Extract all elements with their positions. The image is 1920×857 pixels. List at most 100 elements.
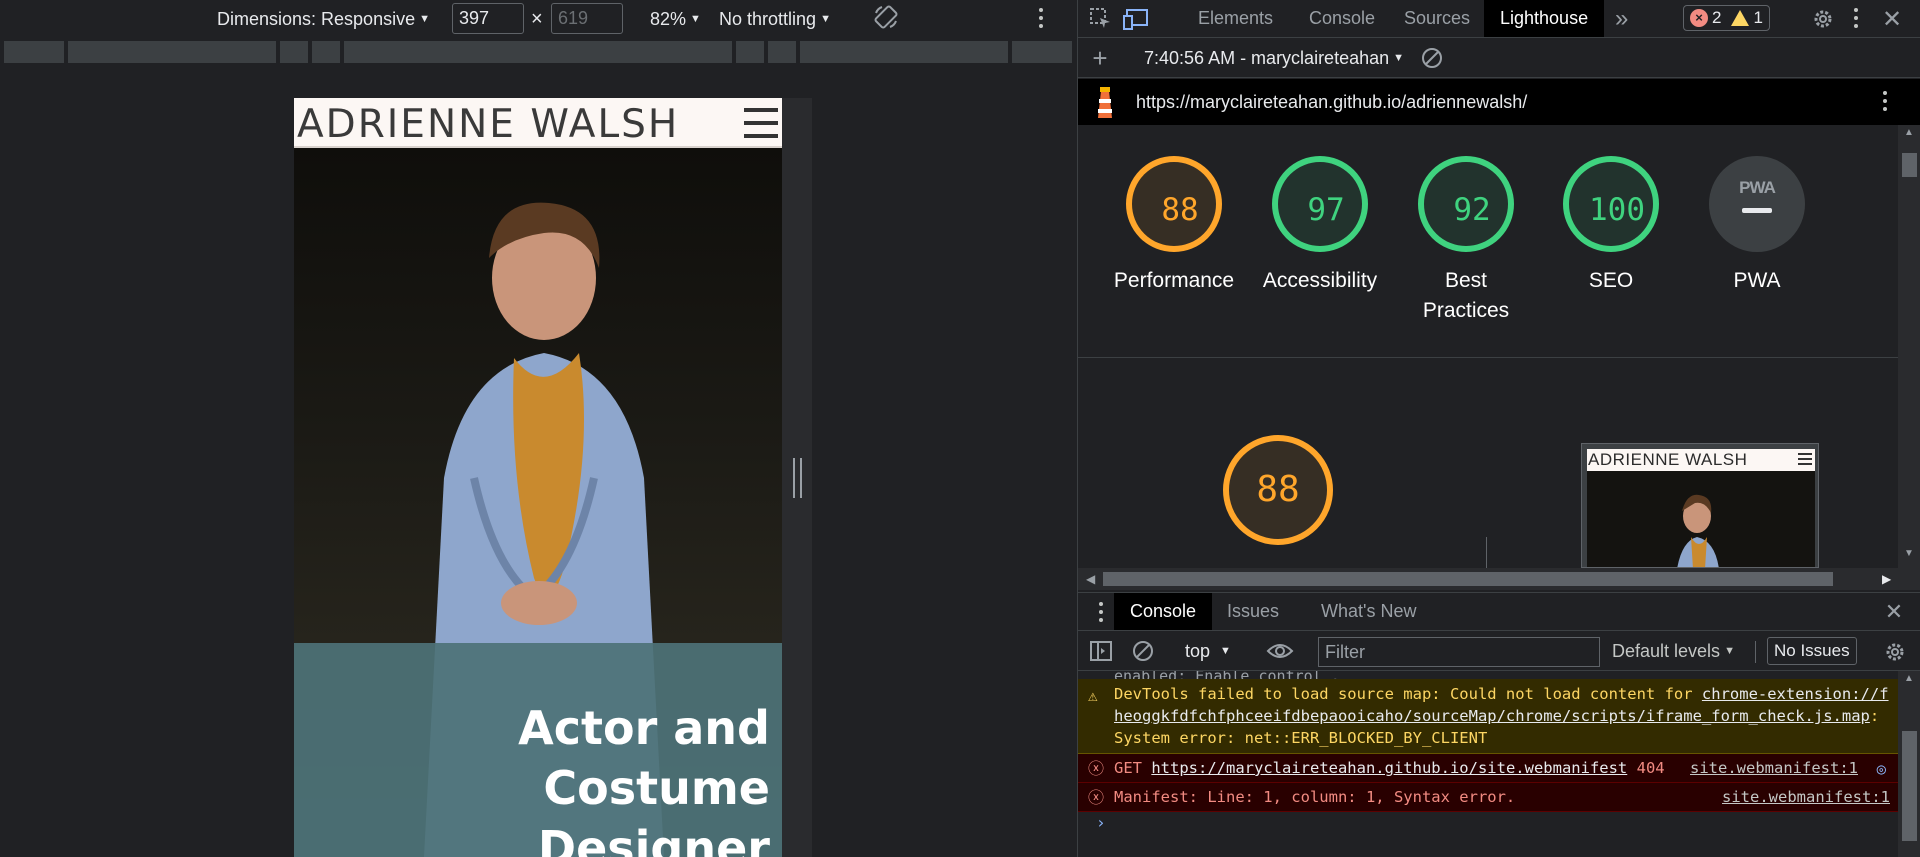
console-prompt-icon[interactable]: ›	[1078, 812, 1898, 834]
new-report-plus-icon[interactable]: +	[1086, 43, 1114, 73]
device-emulation-pane: Dimensions: Responsive ▼ 397 × 619 82% ▼ N…	[0, 0, 1077, 857]
score-label: SEO	[1588, 269, 1634, 292]
hero-heading-line2: Designer	[537, 821, 770, 857]
caret-down-icon: ▼	[1393, 52, 1405, 64]
console-vertical-scrollbar[interactable]: ▲	[1898, 671, 1920, 857]
error-circle-icon: ⓧ	[1088, 788, 1105, 807]
site-title[interactable]: ADRIENNE WALSH	[297, 102, 679, 147]
sidebar-toggle-icon[interactable]	[1088, 638, 1114, 664]
thumbnail-title: ADRIENNE WALSH	[1588, 450, 1748, 469]
final-screenshot-thumbnail[interactable]: ADRIENNE WALSH	[1581, 443, 1819, 568]
error-url-link[interactable]: https://maryclaireteahan.github.io/site.…	[1151, 759, 1627, 777]
height-input[interactable]: 619	[551, 3, 623, 34]
report-divider	[1078, 357, 1898, 358]
device-toolbar: Dimensions: Responsive ▼ 397 × 619 82% ▼ N…	[0, 0, 1077, 38]
report-menu-icon[interactable]	[1883, 91, 1887, 115]
pwa-badge-text: PWA	[1739, 178, 1776, 197]
warning-count: 1	[1753, 8, 1763, 27]
context-value: top	[1185, 640, 1211, 661]
media-query-segment[interactable]	[4, 41, 66, 63]
scroll-left-arrow-icon[interactable]: ◀	[1086, 572, 1095, 586]
horizontal-scrollbar-thumb[interactable]	[1103, 572, 1833, 586]
rotate-icon[interactable]	[872, 5, 900, 29]
scroll-down-arrow-icon[interactable]: ▼	[1904, 548, 1914, 559]
device-toggle-icon[interactable]	[1122, 6, 1150, 32]
score-gauge-seo[interactable]: 100 SEO	[1561, 156, 1661, 296]
warning-icon	[1731, 10, 1750, 26]
console-messages: enabled: Enable control . ⚠ DevTools fai…	[1078, 671, 1898, 857]
console-error-message[interactable]: ⓧ Manifest: Line: 1, column: 1, Syntax e…	[1078, 783, 1898, 812]
score-gauge-pwa[interactable]: PWA PWA	[1707, 156, 1807, 296]
scroll-right-arrow-icon[interactable]: ▶	[1882, 572, 1891, 586]
inspect-element-icon[interactable]	[1088, 6, 1114, 32]
media-query-segment[interactable]	[768, 41, 798, 63]
media-query-bar[interactable]	[0, 41, 1077, 63]
scrollbar-thumb[interactable]	[1902, 731, 1917, 841]
console-filter-input[interactable]: Filter	[1318, 637, 1600, 667]
live-expression-eye-icon[interactable]	[1265, 638, 1295, 664]
issues-button[interactable]: No Issues	[1767, 637, 1857, 665]
report-horizontal-scrollbar[interactable]: ◀ ▶	[1078, 568, 1920, 590]
issues-counter[interactable]: × 2 1	[1683, 5, 1770, 31]
console-settings-gear-icon[interactable]	[1881, 638, 1909, 666]
audited-url[interactable]: https://maryclaireteahan.github.io/adrie…	[1136, 90, 1527, 114]
scroll-up-arrow-icon[interactable]: ▲	[1904, 127, 1914, 138]
context-selector[interactable]: top ▼	[1185, 639, 1231, 663]
drawer-tab-console[interactable]: Console	[1114, 593, 1213, 630]
throttling-value: No throttling	[719, 8, 817, 29]
thumbnail-hamburger-icon	[1798, 453, 1812, 467]
settings-gear-icon[interactable]	[1809, 5, 1837, 33]
close-drawer-icon[interactable]: ✕	[1880, 598, 1908, 626]
score-value: 92	[1453, 192, 1491, 228]
clear-console-icon[interactable]	[1130, 638, 1156, 664]
toolbar-divider	[1755, 641, 1756, 663]
devtools-panel: Elements Console Sources Lighthouse » × …	[1077, 0, 1920, 857]
tab-console[interactable]: Console	[1309, 0, 1375, 37]
hamburger-menu-icon[interactable]	[744, 108, 778, 138]
dimensions-dropdown[interactable]: Dimensions: Responsive ▼	[217, 7, 430, 31]
error-source-link[interactable]: site.webmanifest:1	[1722, 786, 1890, 808]
score-gauge-best-practices[interactable]: 92 Best Practices	[1416, 156, 1516, 326]
zoom-dropdown[interactable]: 82% ▼	[650, 7, 701, 31]
thumbnail-photo	[1587, 471, 1815, 567]
tab-elements[interactable]: Elements	[1198, 0, 1273, 37]
scrollbar-thumb[interactable]	[1902, 153, 1917, 177]
devtools-menu-icon[interactable]	[1854, 8, 1858, 32]
score-gauge-accessibility[interactable]: 97 Accessibility	[1263, 156, 1377, 296]
log-levels-dropdown[interactable]: Default levels ▼	[1612, 639, 1735, 663]
width-input[interactable]: 397	[452, 3, 524, 34]
drawer-tab-issues[interactable]: Issues	[1227, 593, 1279, 630]
scroll-up-arrow-icon[interactable]: ▲	[1904, 673, 1914, 684]
more-options-icon[interactable]	[1039, 8, 1043, 32]
error-circle-icon: ⓧ	[1088, 759, 1105, 778]
network-request-icon[interactable]: ◎	[1877, 758, 1886, 780]
media-query-segment[interactable]	[800, 41, 1010, 63]
report-vertical-scrollbar[interactable]: ▲ ▼	[1898, 125, 1920, 568]
console-error-message[interactable]: ⓧ GET https://maryclaireteahan.github.io…	[1078, 754, 1898, 783]
media-query-segment[interactable]	[280, 41, 310, 63]
report-selector-dropdown[interactable]: 7:40:56 AM - maryclaireteahan ▼	[1144, 46, 1404, 70]
media-query-segment[interactable]	[68, 41, 278, 63]
console-warning-message[interactable]: ⚠ DevTools failed to load source map: Co…	[1078, 679, 1898, 754]
error-icon: ×	[1690, 9, 1708, 27]
resize-handle-icon[interactable]	[793, 458, 802, 498]
close-devtools-icon[interactable]: ✕	[1878, 5, 1906, 33]
media-query-segment[interactable]	[736, 41, 766, 63]
clear-reports-icon[interactable]	[1418, 44, 1446, 72]
tab-lighthouse[interactable]: Lighthouse	[1484, 0, 1605, 37]
throttling-dropdown[interactable]: No throttling ▼	[719, 7, 831, 31]
drawer-tab-whats-new[interactable]: What's New	[1321, 593, 1416, 630]
media-query-segment[interactable]	[1012, 41, 1074, 63]
error-source-link[interactable]: site.webmanifest:1	[1690, 757, 1858, 779]
report-label: 7:40:56 AM - maryclaireteahan	[1144, 47, 1390, 68]
performance-detail-gauge: 88	[1223, 435, 1333, 545]
caret-down-icon: ▼	[1724, 645, 1735, 657]
media-query-segment[interactable]	[344, 41, 734, 63]
media-query-segment[interactable]	[312, 41, 342, 63]
score-value: 97	[1307, 192, 1345, 228]
tab-sources[interactable]: Sources	[1404, 0, 1470, 37]
hero-heading-line1: Actor and Costume	[518, 701, 770, 815]
drawer-menu-icon[interactable]	[1099, 602, 1103, 626]
more-tabs-icon[interactable]: »	[1615, 0, 1628, 37]
score-gauge-performance[interactable]: 88 Performance	[1114, 156, 1234, 296]
